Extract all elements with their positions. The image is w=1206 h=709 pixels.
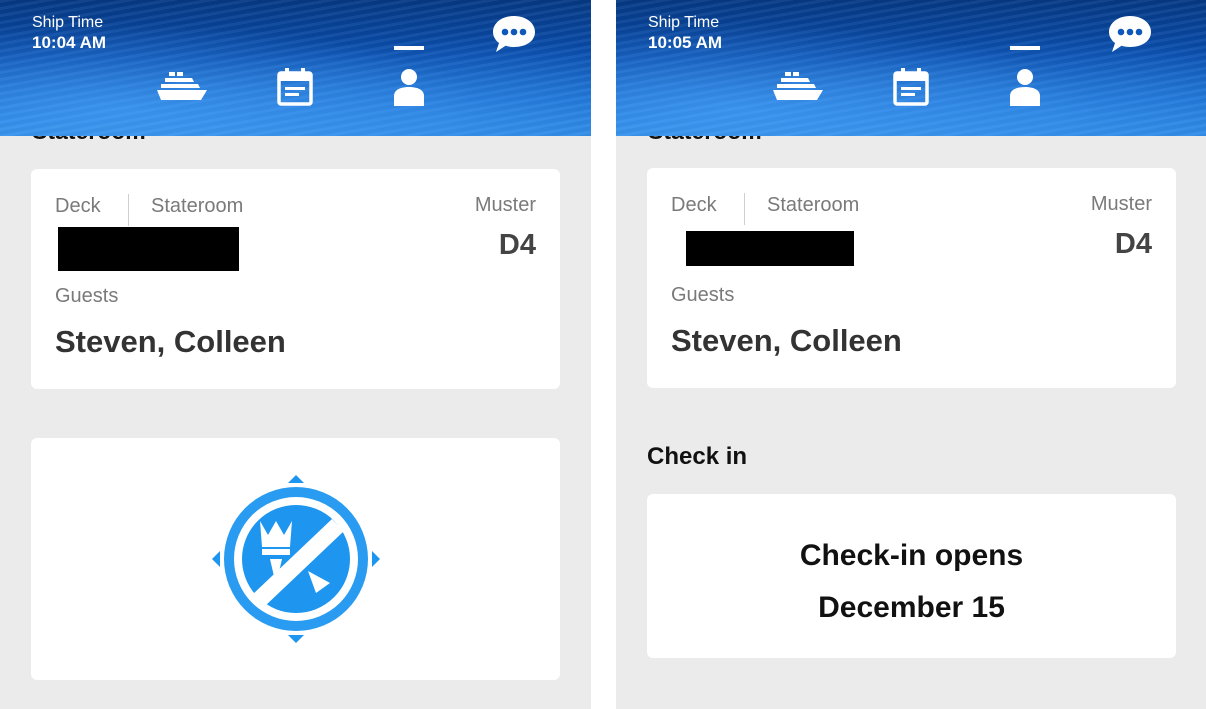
active-tab-indicator <box>394 46 424 50</box>
muster-value: D4 <box>1114 228 1152 260</box>
guests-value: Steven, Colleen <box>55 324 286 359</box>
checkin-card: Check-in opens December 15 <box>647 494 1176 658</box>
divider <box>128 194 129 226</box>
ship-time-value: 10:04 AM <box>32 33 107 52</box>
person-icon[interactable] <box>1008 68 1042 106</box>
right-screen: Ship Time 10:05 AM Deck Stateroom Muster… <box>616 0 1206 709</box>
logo-card <box>31 438 560 680</box>
ship-time-label: Ship Time <box>648 14 720 31</box>
muster-value: D4 <box>498 229 536 261</box>
app-header: Ship Time 10:05 AM <box>616 0 1206 136</box>
stateroom-label: Stateroom <box>767 194 860 216</box>
checkin-section-title: Check in <box>647 443 748 470</box>
redacted-deck-stateroom <box>58 227 239 271</box>
redacted-deck-stateroom <box>686 231 854 266</box>
cruise-ship-icon[interactable] <box>772 68 824 104</box>
guests-label: Guests <box>55 285 119 307</box>
muster-label: Muster <box>1090 193 1152 215</box>
checkin-opens-text: Check-in opens <box>799 539 1024 572</box>
calendar-icon[interactable] <box>893 68 929 106</box>
stateroom-card: Deck Stateroom Muster D4 Guests Steven, … <box>647 168 1176 388</box>
stateroom-card: Deck Stateroom Muster D4 Guests Steven, … <box>31 169 560 389</box>
ship-time: Ship Time 10:05 AM <box>648 14 722 54</box>
guests-value: Steven, Colleen <box>671 323 902 358</box>
checkin-date-text: December 15 <box>818 591 1005 624</box>
screenshot-separator <box>591 0 616 709</box>
muster-label: Muster <box>474 194 536 216</box>
guests-label: Guests <box>671 284 735 306</box>
ship-time: Ship Time 10:04 AM <box>32 14 106 54</box>
deck-label: Deck <box>55 195 101 217</box>
cruise-ship-icon[interactable] <box>156 68 208 104</box>
calendar-icon[interactable] <box>277 68 313 106</box>
ship-time-label: Ship Time <box>32 14 104 31</box>
deck-label: Deck <box>671 194 717 216</box>
app-header: Ship Time 10:04 AM <box>0 0 591 136</box>
royal-caribbean-logo-icon <box>212 475 380 643</box>
active-tab-indicator <box>1010 46 1040 50</box>
chat-bubble-icon[interactable] <box>491 14 537 54</box>
person-icon[interactable] <box>392 68 426 106</box>
chat-bubble-icon[interactable] <box>1107 14 1153 54</box>
ship-time-value: 10:05 AM <box>648 33 723 52</box>
left-screen: Ship Time 10:04 AM Deck Stateroom Muster… <box>0 0 591 709</box>
divider <box>744 193 745 225</box>
stateroom-label: Stateroom <box>151 195 244 217</box>
